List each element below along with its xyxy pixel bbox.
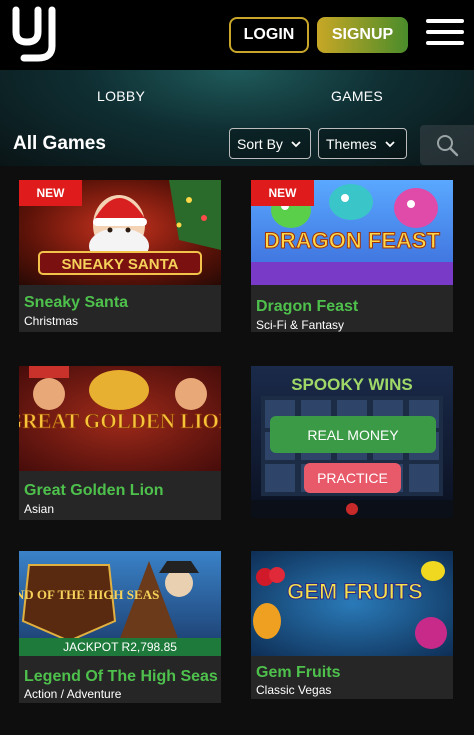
- game-thumbnail[interactable]: GREAT GOLDEN LION: [19, 366, 221, 471]
- themes-select[interactable]: Themes: [318, 128, 407, 159]
- section-title: All Games: [13, 133, 106, 154]
- game-art-title: GEM FRUITS: [287, 579, 423, 604]
- game-theme: Classic Vegas: [256, 683, 332, 697]
- brand-logo-icon[interactable]: [10, 6, 60, 62]
- game-card-sneaky-santa[interactable]: SNEAKY SANTA NEW Sneaky Santa Christmas: [19, 180, 221, 332]
- new-badge: NEW: [19, 180, 82, 206]
- game-art-title: LEGEND OF THE HIGH SEAS: [19, 587, 159, 602]
- game-name: Great Golden Lion: [24, 482, 164, 499]
- game-theme: Sci-Fi & Fantasy: [256, 318, 345, 332]
- new-badge: NEW: [251, 180, 314, 206]
- chevron-down-icon: [291, 140, 301, 147]
- game-art-title: DRAGON FEAST: [264, 228, 441, 253]
- search-icon: [437, 135, 459, 157]
- sort-by-label: Sort By: [237, 135, 283, 152]
- game-theme: Action / Adventure: [24, 687, 122, 701]
- game-card-gem-fruits[interactable]: GEM FRUITS Gem Fruits Classic Vegas: [251, 551, 453, 699]
- game-art-title: SPOOKY WINS: [291, 375, 413, 394]
- games-nav-panel: LOBBY GAMES All Games Sort By Themes: [0, 70, 474, 166]
- practice-button[interactable]: PRACTICE: [304, 463, 401, 493]
- games-grid: SNEAKY SANTA NEW Sneaky Santa Christmas …: [0, 166, 474, 735]
- login-button[interactable]: LOGIN: [229, 17, 309, 53]
- game-card-legend-of-the-high-seas[interactable]: LEGEND OF THE HIGH SEAS JACKPOT R2,798.8…: [19, 551, 221, 703]
- game-art-title: GREAT GOLDEN LION: [19, 409, 221, 433]
- menu-icon[interactable]: [426, 19, 464, 49]
- game-name: Legend Of The High Seas: [24, 668, 218, 685]
- themes-label: Themes: [326, 135, 377, 152]
- search-button[interactable]: [420, 125, 474, 165]
- chevron-down-icon: [384, 140, 395, 147]
- game-theme: Asian: [24, 502, 55, 516]
- game-name: Gem Fruits: [256, 664, 341, 681]
- game-card-spooky-wins[interactable]: SPOOKY WINS REAL MONEY PRACTICE: [251, 366, 453, 518]
- game-card-dragon-feast[interactable]: DRAGON FEAST NEW Dragon Feast Sci-Fi & F…: [251, 180, 453, 332]
- game-art-title: SNEAKY SANTA: [62, 256, 179, 273]
- game-name: Dragon Feast: [256, 298, 359, 315]
- sort-by-select[interactable]: Sort By: [229, 128, 311, 159]
- top-header: LOGIN SIGNUP: [0, 0, 474, 70]
- game-theme: Christmas: [24, 314, 79, 328]
- game-thumbnail[interactable]: GEM FRUITS: [251, 551, 453, 656]
- signup-button[interactable]: SIGNUP: [317, 17, 408, 53]
- tab-lobby[interactable]: LOBBY: [97, 88, 145, 104]
- game-card-great-golden-lion[interactable]: GREAT GOLDEN LION Great Golden Lion Asia…: [19, 366, 221, 520]
- jackpot-banner: JACKPOT R2,798.85: [19, 638, 221, 656]
- tab-games[interactable]: GAMES: [331, 88, 383, 104]
- game-name: Sneaky Santa: [24, 294, 129, 311]
- real-money-button[interactable]: REAL MONEY: [270, 416, 436, 453]
